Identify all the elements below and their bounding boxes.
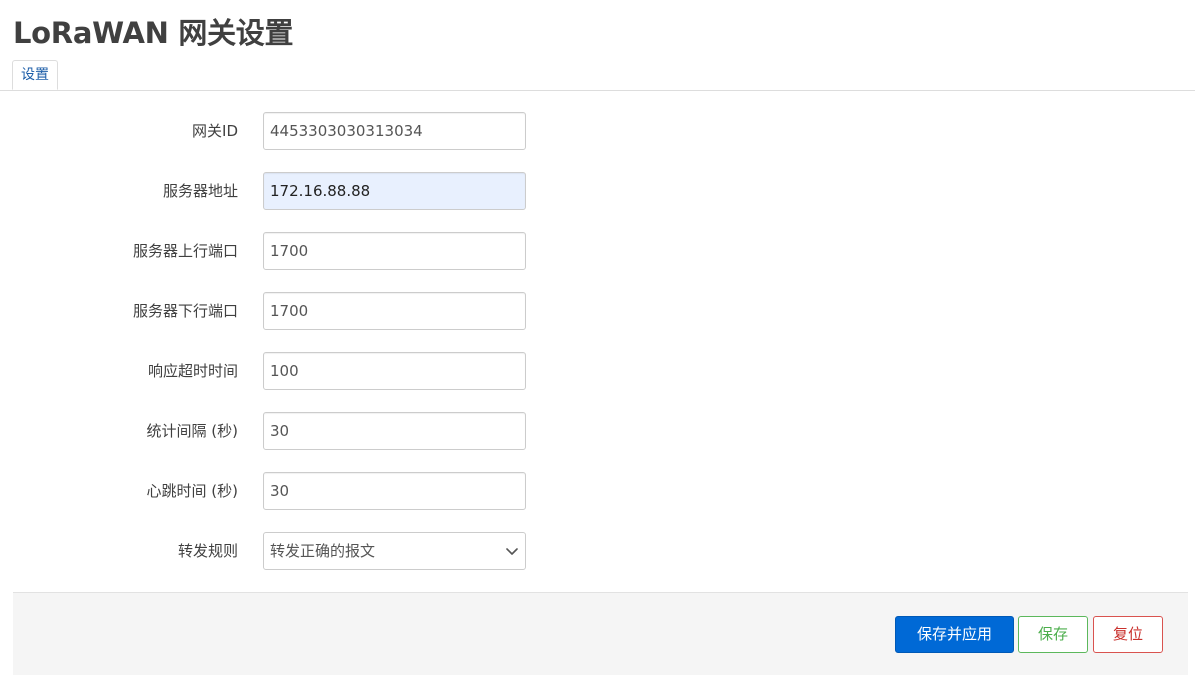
forward-rule-label: 转发规则	[177, 542, 238, 560]
stat-interval-input[interactable]	[263, 412, 526, 450]
heartbeat-time-label: 心跳时间 (秒)	[146, 482, 238, 500]
tab-settings[interactable]: 设置	[12, 60, 58, 90]
response-timeout-input[interactable]	[263, 352, 526, 390]
stat-interval-label: 统计间隔 (秒)	[146, 422, 238, 440]
forward-rule-selected-value: 转发正确的报文	[270, 542, 376, 560]
form-row-response-timeout: 响应超时时间	[0, 352, 1195, 390]
reset-button[interactable]: 复位	[1093, 616, 1163, 653]
heartbeat-time-input[interactable]	[263, 472, 526, 510]
response-timeout-label: 响应超时时间	[147, 362, 238, 380]
form-row-forward-rule: 转发规则 转发正确的报文	[0, 532, 1195, 570]
form-row-stat-interval: 统计间隔 (秒)	[0, 412, 1195, 450]
save-and-apply-button[interactable]: 保存并应用	[895, 616, 1014, 653]
form-row-server-up-port: 服务器上行端口	[0, 232, 1195, 270]
gateway-id-input[interactable]	[263, 112, 526, 150]
gateway-id-label: 网关ID	[192, 122, 238, 140]
server-address-label: 服务器地址	[162, 182, 238, 200]
server-down-port-label: 服务器下行端口	[132, 302, 238, 320]
form-row-server-down-port: 服务器下行端口	[0, 292, 1195, 330]
forward-rule-select[interactable]: 转发正确的报文	[263, 532, 526, 570]
form-row-server-address: 服务器地址	[0, 172, 1195, 210]
server-down-port-input[interactable]	[263, 292, 526, 330]
form-row-gateway-id: 网关ID	[0, 112, 1195, 150]
tab-bar: 设置	[0, 60, 1195, 91]
chevron-down-icon	[506, 548, 518, 555]
server-address-input[interactable]	[263, 172, 526, 210]
save-button[interactable]: 保存	[1018, 616, 1088, 653]
server-up-port-label: 服务器上行端口	[132, 242, 238, 260]
server-up-port-input[interactable]	[263, 232, 526, 270]
form-row-heartbeat-time: 心跳时间 (秒)	[0, 472, 1195, 510]
form-actions-bar: 保存并应用 保存 复位	[13, 592, 1188, 675]
page-title: LoRaWAN 网关设置	[13, 16, 294, 50]
